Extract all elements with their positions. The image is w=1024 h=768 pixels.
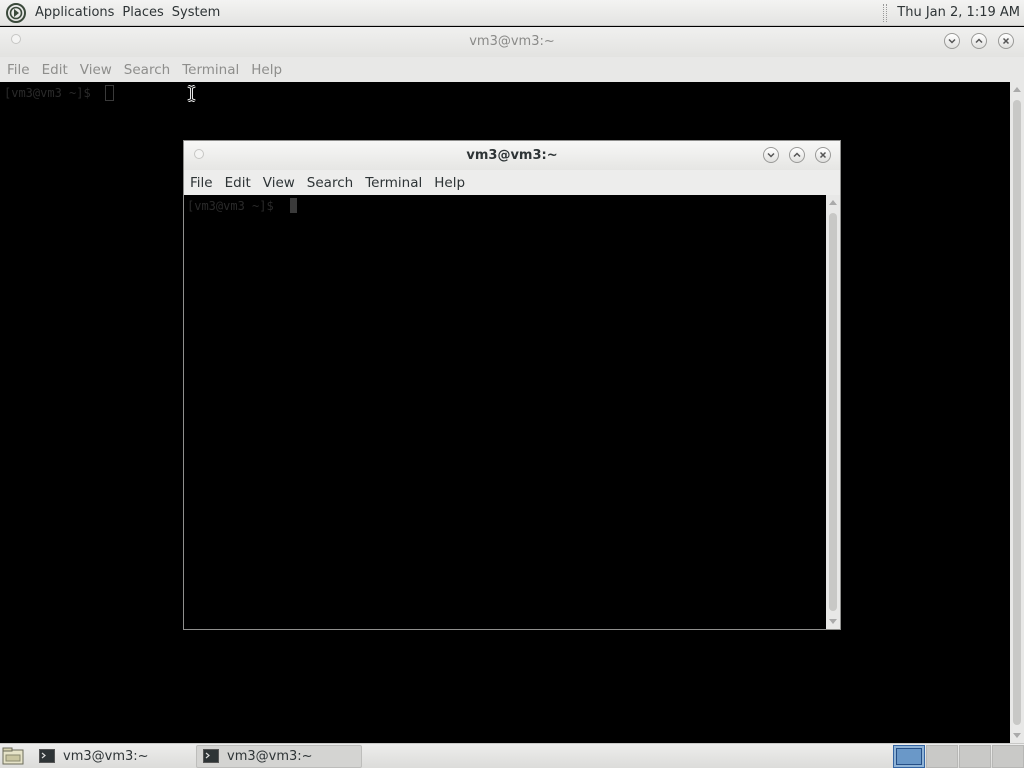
scroll-up-arrow-icon[interactable] <box>1013 87 1021 92</box>
minimize-button[interactable] <box>763 147 779 163</box>
maximize-button[interactable] <box>789 147 805 163</box>
taskbar-item-terminal[interactable]: vm3@vm3:~ <box>32 745 194 768</box>
front-terminal-title: vm3@vm3:~ <box>466 148 558 163</box>
workspace-window-preview <box>896 747 922 765</box>
menu-terminal[interactable]: Terminal <box>176 62 245 78</box>
menu-system[interactable]: System <box>168 0 224 26</box>
close-icon <box>819 151 827 159</box>
taskbar-item-label: vm3@vm3:~ <box>227 748 313 764</box>
scrollbar-thumb[interactable] <box>829 213 837 611</box>
workspace-4[interactable] <box>992 744 1024 768</box>
scrollbar-thumb[interactable] <box>1013 100 1021 725</box>
shell-prompt: [vm3@vm3 ~]$ <box>4 86 91 100</box>
menu-help[interactable]: Help <box>428 175 471 191</box>
chevron-down-icon <box>767 152 775 158</box>
shell-prompt: [vm3@vm3 ~]$ <box>187 199 274 213</box>
menu-terminal[interactable]: Terminal <box>359 175 428 191</box>
scroll-up-arrow-icon[interactable] <box>829 200 837 205</box>
close-button[interactable] <box>998 33 1014 49</box>
ibeam-cursor-icon <box>187 85 196 102</box>
chevron-down-icon <box>948 38 956 44</box>
taskbar-item-terminal[interactable]: vm3@vm3:~ <box>196 744 362 768</box>
menu-help[interactable]: Help <box>245 62 288 78</box>
top-panel: Applications Places System Thu Jan 2, 1:… <box>0 0 1024 26</box>
back-terminal-title: vm3@vm3:~ <box>469 34 555 49</box>
menu-places[interactable]: Places <box>118 0 167 26</box>
front-terminal-content[interactable]: [vm3@vm3 ~]$ <box>184 195 826 629</box>
front-terminal-window: vm3@vm3:~ File Edit View Search Terminal… <box>183 140 841 630</box>
menu-file[interactable]: File <box>0 62 36 78</box>
front-terminal-scrollbar[interactable] <box>826 195 840 629</box>
menu-view[interactable]: View <box>74 62 118 78</box>
menu-file[interactable]: File <box>184 175 219 191</box>
menu-edit[interactable]: Edit <box>219 175 257 191</box>
chevron-up-icon <box>975 38 983 44</box>
panel-grip[interactable] <box>883 3 888 22</box>
minimize-button[interactable] <box>944 33 960 49</box>
menu-search[interactable]: Search <box>118 62 176 78</box>
scroll-down-arrow-icon[interactable] <box>829 619 837 624</box>
text-cursor <box>290 198 297 213</box>
distro-logo-icon[interactable] <box>6 2 26 23</box>
top-panel-menus: Applications Places System <box>0 0 224 25</box>
workspace-2[interactable] <box>926 744 958 768</box>
maximize-button[interactable] <box>971 33 987 49</box>
scroll-down-arrow-icon[interactable] <box>1013 733 1021 738</box>
terminal-icon <box>203 749 219 763</box>
clock[interactable]: Thu Jan 2, 1:19 AM <box>897 5 1020 20</box>
workspace-3[interactable] <box>959 744 991 768</box>
menu-search[interactable]: Search <box>301 175 359 191</box>
back-terminal-scrollbar[interactable] <box>1010 82 1024 743</box>
front-terminal-titlebar[interactable]: vm3@vm3:~ <box>184 141 840 170</box>
taskbar-item-label: vm3@vm3:~ <box>63 748 149 764</box>
chevron-up-icon <box>793 152 801 158</box>
window-menu-dot-icon[interactable] <box>11 34 21 44</box>
close-button[interactable] <box>815 147 831 163</box>
show-desktop-icon[interactable] <box>2 747 24 765</box>
bottom-panel: vm3@vm3:~ vm3@vm3:~ <box>0 743 1024 768</box>
window-menu-dot-icon[interactable] <box>194 149 204 159</box>
front-terminal-menubar: File Edit View Search Terminal Help <box>184 170 840 195</box>
menu-view[interactable]: View <box>257 175 301 191</box>
terminal-icon <box>39 749 55 763</box>
back-terminal-titlebar[interactable]: vm3@vm3:~ <box>0 27 1024 57</box>
workspace-1[interactable] <box>893 744 925 768</box>
back-terminal-menubar: File Edit View Search Terminal Help <box>0 57 1024 82</box>
menu-edit[interactable]: Edit <box>36 62 74 78</box>
text-cursor <box>105 85 114 101</box>
close-icon <box>1002 37 1010 45</box>
menu-applications[interactable]: Applications <box>31 0 118 26</box>
